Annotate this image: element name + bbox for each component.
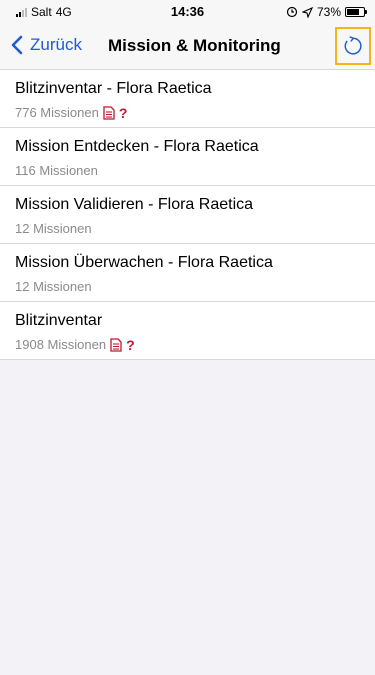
chevron-left-icon	[11, 35, 23, 55]
navigation-bar: Zurück Mission & Monitoring	[0, 24, 375, 70]
list-item[interactable]: Mission Überwachen - Flora Raetica 12 Mis…	[0, 244, 375, 302]
list-item[interactable]: Mission Entdecken - Flora Raetica 116 Mis…	[0, 128, 375, 186]
back-button[interactable]: Zurück	[8, 34, 82, 56]
mission-count-label: 12 Missionen	[15, 221, 92, 236]
mission-title: Mission Überwachen - Flora Raetica	[15, 254, 273, 271]
battery-percent: 73%	[316, 5, 341, 19]
mission-count: 1908 Missionen?	[15, 337, 135, 352]
document-icon	[110, 337, 122, 352]
battery-level	[347, 9, 359, 15]
mission-count-label: 116 Missionen	[15, 163, 98, 178]
question-icon: ?	[126, 336, 135, 353]
location-icon	[301, 6, 313, 18]
alarm-icon	[286, 6, 298, 18]
mission-count: 12 Missionen	[15, 221, 92, 236]
status-right: 73%	[286, 5, 367, 19]
battery-icon	[345, 7, 367, 17]
mission-title: Mission Entdecken - Flora Raetica	[15, 138, 259, 155]
list-item[interactable]: Blitzinventar - Flora Raetica 776 Mission…	[0, 70, 375, 128]
refresh-icon	[344, 36, 362, 55]
list-item[interactable]: Mission Validieren - Flora Raetica 12 Mis…	[0, 186, 375, 244]
mission-title: Blitzinventar	[15, 312, 103, 329]
back-label: Zurück	[30, 35, 82, 54]
document-icon	[103, 105, 115, 120]
mission-count: 116 Missionen	[15, 163, 98, 178]
mission-count-label: 776 Missionen	[15, 105, 99, 120]
mission-title: Blitzinventar - Flora Raetica	[15, 80, 212, 97]
mission-list: Blitzinventar - Flora Raetica 776 Mission…	[0, 70, 375, 360]
refresh-button[interactable]	[335, 27, 371, 65]
mission-count: 12 Missionen	[15, 279, 92, 294]
mission-count: 776 Missionen?	[15, 105, 127, 120]
status-bar: Salt 4G 14:36 73%	[0, 0, 375, 24]
mission-count-label: 1908 Missionen	[15, 337, 107, 352]
mission-title: Mission Validieren - Flora Raetica	[15, 196, 254, 213]
mission-count-label: 12 Missionen	[15, 279, 92, 294]
list-item[interactable]: Blitzinventar 1908 Missionen?	[0, 302, 375, 360]
page-title: Mission & Monitoring	[108, 36, 281, 55]
question-icon: ?	[118, 104, 128, 121]
